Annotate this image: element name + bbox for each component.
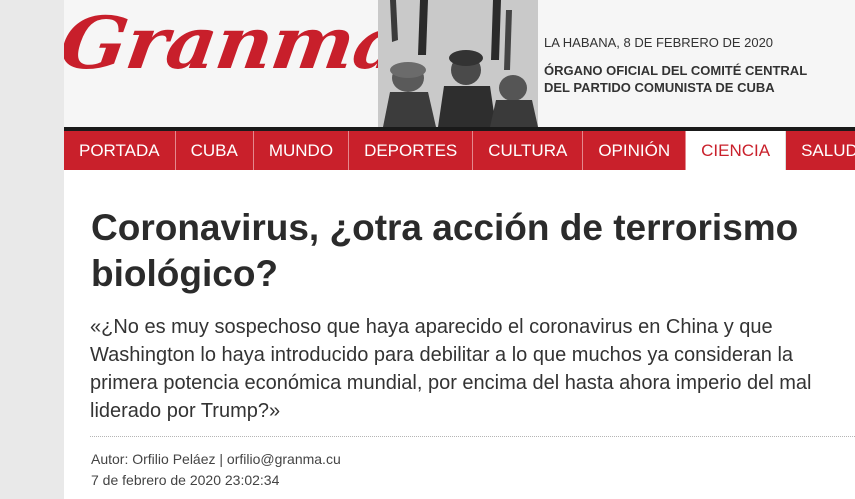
organ-line-2: DEL PARTIDO COMUNISTA DE CUBA [544,80,775,95]
nav-item-portada[interactable]: PORTADA [64,131,176,170]
nav-item-ciencia[interactable]: CIENCIA [686,131,787,170]
nav-item-opinion[interactable]: OPINIÓN [583,131,687,170]
nav-item-salud[interactable]: SALUD [786,131,855,170]
granma-logo[interactable]: Granma [64,2,409,86]
article-author[interactable]: Autor: Orfilio Peláez | orfilio@granma.c… [91,449,341,469]
revolutionaries-photo [378,0,538,127]
article-date: 7 de febrero de 2020 23:02:34 [91,472,280,488]
masthead-date: LA HABANA, 8 DE FEBRERO DE 2020 [544,35,774,50]
nav-item-mundo[interactable]: MUNDO [254,131,350,170]
nav-item-deportes[interactable]: DEPORTES [349,131,474,170]
page: Granma LA HABANA, 8 DE FEBRERO DE 2020 Ó… [64,0,855,499]
main-nav: PORTADA CUBA MUNDO DEPORTES CULTURA OPIN… [64,131,855,170]
masthead: Granma LA HABANA, 8 DE FEBRERO DE 2020 Ó… [64,0,855,127]
article-lead: «¿No es muy sospechoso que haya aparecid… [90,316,812,422]
dotted-divider [90,436,855,437]
nav-item-cuba[interactable]: CUBA [176,131,254,170]
masthead-organ-statement: ÓRGANO OFICIAL DEL COMITÉ CENTRAL DEL PA… [544,62,807,96]
nav-item-cultura[interactable]: CULTURA [473,131,584,170]
organ-line-1: ÓRGANO OFICIAL DEL COMITÉ CENTRAL [544,63,808,78]
article-title: Coronavirus, ¿otra acción de terrorismo … [91,207,799,294]
